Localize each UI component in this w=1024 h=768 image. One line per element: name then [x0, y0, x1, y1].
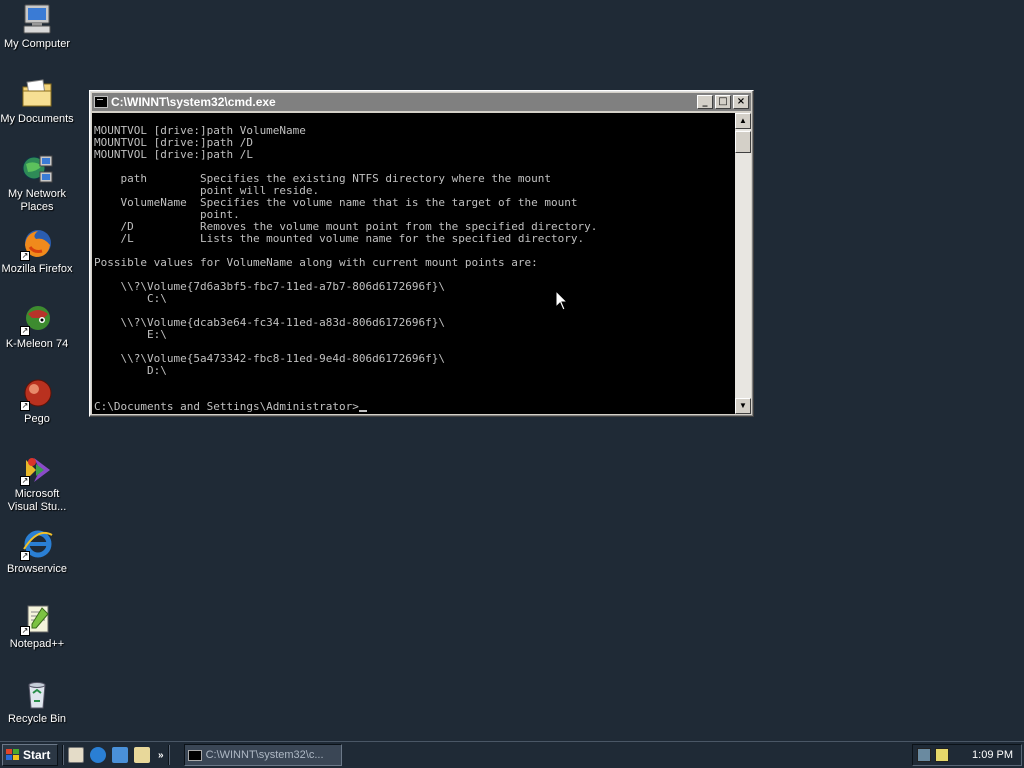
desktop-icon-label: Browservice: [7, 563, 67, 575]
taskbar-button-cmd[interactable]: C:\WINNT\system32\c...: [183, 744, 342, 766]
close-button[interactable]: ×: [733, 95, 749, 109]
system-tray: 1:09 PM: [912, 744, 1022, 766]
taskbar-separator: [62, 745, 64, 765]
console-line: Possible values for VolumeName along wit…: [94, 256, 538, 269]
shortcut-arrow-icon: ↗: [20, 401, 30, 411]
visual-studio-icon: ↗: [20, 452, 54, 486]
prompt-text: C:\Documents and Settings\Administrator>: [94, 400, 359, 413]
firefox-icon: ↗: [20, 227, 54, 261]
desktop-icon-mozilla-firefox[interactable]: ↗ Mozilla Firefox: [0, 227, 74, 276]
console-app-icon[interactable]: [94, 96, 108, 108]
desktop-icon-label: My Documents: [0, 113, 74, 125]
desktop-icon-label: K-Meleon 74: [5, 338, 69, 350]
console-line: \\?\Volume{dcab3e64-fc34-11ed-a83d-806d6…: [94, 316, 445, 329]
console-line: D:\: [94, 364, 167, 377]
desktop-icon-k-meleon[interactable]: ↗ K-Meleon 74: [0, 302, 74, 351]
desktop-icon-pego[interactable]: ↗ Pego: [0, 377, 74, 426]
window-title: C:\WINNT\system32\cmd.exe: [111, 95, 276, 109]
desktop-icon-label: Notepad++: [9, 638, 65, 650]
shortcut-arrow-icon: ↗: [20, 326, 30, 336]
desktop-icon-my-network-places[interactable]: My Network Places: [0, 152, 74, 214]
mouse-pointer-icon: [555, 289, 569, 312]
scroll-down-button[interactable]: ▼: [735, 398, 751, 414]
shortcut-arrow-icon: ↗: [20, 551, 30, 561]
shortcut-arrow-icon: ↗: [20, 251, 30, 261]
start-button[interactable]: Start: [2, 744, 58, 766]
desktop-icon-label: Pego: [24, 413, 50, 425]
search-icon[interactable]: [134, 747, 150, 763]
show-desktop-icon[interactable]: [68, 747, 84, 763]
console-line: MOUNTVOL [drive:]path /L: [94, 148, 253, 161]
clock[interactable]: 1:09 PM: [972, 749, 1017, 761]
outlook-express-icon[interactable]: [112, 747, 128, 763]
network-globe-icon: [20, 152, 54, 186]
taskbar-button-label: C:\WINNT\system32\c...: [205, 749, 324, 761]
scroll-thumb[interactable]: [735, 131, 751, 153]
monitor-tray-icon[interactable]: [935, 748, 949, 762]
minimize-button[interactable]: _: [697, 95, 713, 109]
taskbar-separator: [167, 745, 170, 765]
folder-documents-icon: [20, 77, 54, 111]
quick-launch: »: [68, 747, 164, 763]
console-line: E:\: [94, 328, 167, 341]
desktop-icon-recycle-bin[interactable]: Recycle Bin: [0, 677, 74, 726]
pego-icon: ↗: [20, 377, 54, 411]
window-titlebar[interactable]: C:\WINNT\system32\cmd.exe _ □ ×: [92, 93, 751, 111]
shortcut-arrow-icon: ↗: [20, 476, 30, 486]
notepad-plus-plus-icon: ↗: [20, 602, 54, 636]
k-meleon-icon: ↗: [20, 302, 54, 336]
desktop-icon-my-computer[interactable]: My Computer: [0, 2, 74, 51]
cmd-window[interactable]: C:\WINNT\system32\cmd.exe _ □ × MOUNTVOL…: [89, 90, 754, 417]
quick-launch-more-button[interactable]: »: [158, 750, 164, 761]
computer-icon: [20, 2, 54, 36]
desktop-icon-label: Microsoft Visual Stu...: [7, 488, 67, 513]
desktop-icon-label: Recycle Bin: [7, 713, 67, 725]
console-line: \\?\Volume{7d6a3bf5-fbc7-11ed-a7b7-806d6…: [94, 280, 445, 293]
vertical-scrollbar[interactable]: ▲ ▼: [735, 113, 751, 414]
console-output[interactable]: MOUNTVOL [drive:]path VolumeName MOUNTVOL…: [92, 113, 735, 414]
windows-logo-icon: [6, 749, 20, 761]
desktop-icon-notepad-plus-plus[interactable]: ↗ Notepad++: [0, 602, 74, 651]
scroll-track[interactable]: [735, 129, 751, 398]
text-cursor: [358, 410, 367, 412]
desktop-icon-label: My Computer: [3, 38, 71, 50]
taskbar: Start » C:\WINNT\system32\c... 1:09 PM: [0, 741, 1024, 768]
desktop-icon-label: My Network Places: [7, 188, 67, 213]
console-line: /L Lists the mounted volume name for the…: [94, 232, 585, 245]
desktop-icon-label: Mozilla Firefox: [1, 263, 73, 275]
internet-explorer-icon[interactable]: [90, 747, 106, 763]
maximize-button[interactable]: □: [715, 95, 731, 109]
start-label: Start: [23, 748, 51, 762]
console-app-icon: [187, 749, 202, 761]
network-tray-icon[interactable]: [917, 748, 931, 762]
command-prompt[interactable]: C:\Documents and Settings\Administrator>: [94, 401, 735, 413]
console-line: C:\: [94, 292, 167, 305]
scroll-up-button[interactable]: ▲: [735, 113, 751, 129]
desktop-icon-visual-studio[interactable]: ↗ Microsoft Visual Stu...: [0, 452, 74, 514]
recycle-bin-icon: [20, 677, 54, 711]
console-line: \\?\Volume{5a473342-fbc8-11ed-9e4d-806d6…: [94, 352, 445, 365]
console-area[interactable]: MOUNTVOL [drive:]path VolumeName MOUNTVOL…: [92, 113, 751, 414]
desktop-icon-my-documents[interactable]: My Documents: [0, 77, 74, 126]
shortcut-arrow-icon: ↗: [20, 626, 30, 636]
internet-explorer-icon: ↗: [20, 527, 54, 561]
desktop-icon-browservice[interactable]: ↗ Browservice: [0, 527, 74, 576]
